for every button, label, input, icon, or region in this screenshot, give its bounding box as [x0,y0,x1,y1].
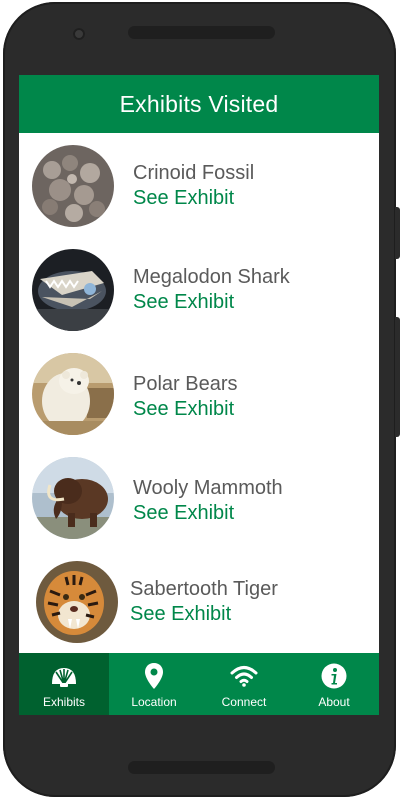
wooly-mammoth-thumbnail [32,457,114,539]
list-item[interactable]: Megalodon Shark See Exhibit [19,249,379,341]
megalodon-shark-thumbnail [32,249,114,331]
phone-frame: Exhibits Visited Crinoid Fossil See Exhi… [3,2,400,797]
earpiece-speaker [128,26,275,39]
bottom-speaker [128,761,275,774]
list-item[interactable]: Wooly Mammoth See Exhibit [19,457,379,549]
nav-label: Exhibits [42,695,86,709]
exhibit-title: Wooly Mammoth [133,477,283,499]
sabertooth-tiger-thumbnail [36,561,118,643]
see-exhibit-link[interactable]: See Exhibit [133,398,234,421]
front-camera [73,28,85,40]
see-exhibit-link[interactable]: See Exhibit [130,603,231,626]
see-exhibit-link[interactable]: See Exhibit [133,187,234,210]
volume-button [395,317,400,437]
info-icon [321,661,347,691]
page-title: Exhibits Visited [119,90,279,117]
location-pin-icon [144,661,164,691]
list-item[interactable]: Polar Bears See Exhibit [19,353,379,445]
nav-label: Connect [221,695,267,709]
app-bar: Exhibits Visited [19,75,379,133]
exhibit-title: Megalodon Shark [133,266,290,288]
exhibit-title: Sabertooth Tiger [130,578,278,600]
nav-location[interactable]: Location [109,653,199,715]
see-exhibit-link[interactable]: See Exhibit [133,502,234,525]
nav-exhibits[interactable]: Exhibits [19,653,109,715]
nav-label: About [318,695,350,709]
see-exhibit-link[interactable]: See Exhibit [133,291,234,314]
crinoid-fossil-thumbnail [32,145,114,227]
nav-label: Location [131,695,177,709]
app-screen: Exhibits Visited Crinoid Fossil See Exhi… [19,75,379,715]
bottom-navigation: Exhibits Location Connect About [19,653,379,715]
polar-bear-thumbnail [32,353,114,435]
exhibit-title: Polar Bears [133,373,238,395]
shell-icon [50,661,78,691]
list-item[interactable]: Sabertooth Tiger See Exhibit [19,561,379,653]
exhibit-title: Crinoid Fossil [133,162,255,184]
power-button [395,207,400,259]
nav-about[interactable]: About [289,653,379,715]
exhibit-list: Crinoid Fossil See Exhibit Megalodon Sha… [19,133,379,653]
list-item[interactable]: Crinoid Fossil See Exhibit [19,145,379,237]
wifi-icon [230,661,258,691]
nav-connect[interactable]: Connect [199,653,289,715]
